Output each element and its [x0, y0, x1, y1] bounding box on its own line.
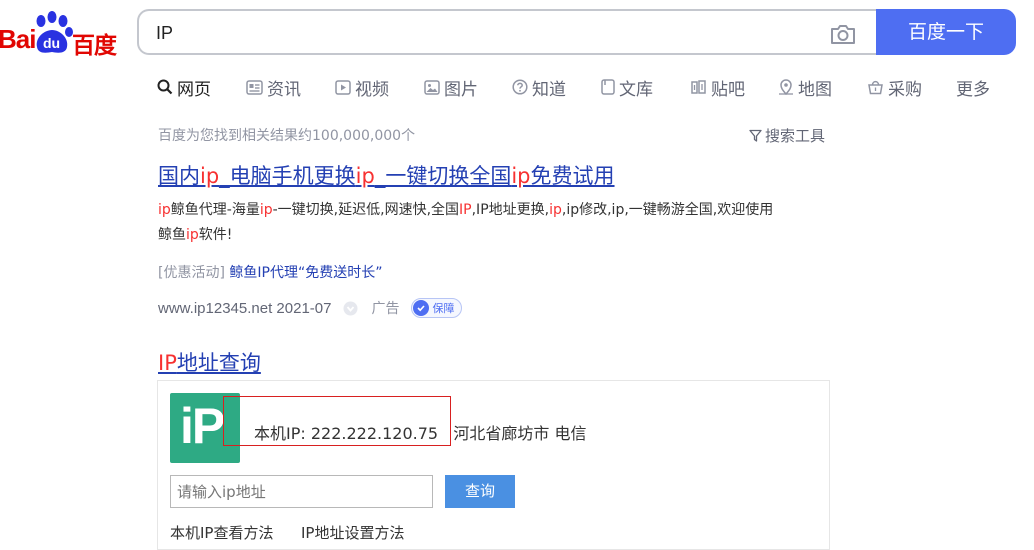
tab-label: 文库 [619, 79, 653, 100]
desc-text: ,IP地址更换, [471, 202, 550, 218]
tab-label: 网页 [177, 79, 211, 100]
title-highlight: ip [511, 164, 531, 188]
query-button[interactable]: 查询 [445, 475, 515, 508]
tab-more[interactable]: 更多 [956, 74, 990, 100]
tab-label: 贴吧 [711, 79, 745, 100]
promo-prefix: [优惠活动] [158, 265, 225, 281]
map-pin-icon [779, 79, 793, 95]
promo-link[interactable]: 鲸鱼IP代理“免费送时长” [229, 265, 382, 281]
tab-wenku[interactable]: 文库 [601, 74, 653, 100]
ip-query-title-link[interactable]: IP地址查询 [158, 347, 261, 377]
tab-images[interactable]: 图片 [424, 74, 478, 100]
logo-text-cn: 百度 [72, 33, 117, 59]
ip-location: 河北省廊坊市 电信 [453, 424, 587, 443]
desc-highlight: ip [158, 202, 171, 218]
ad-label[interactable]: 广告 [371, 298, 399, 318]
title-segment: 免费试用 [530, 164, 615, 188]
search-icon [157, 79, 173, 95]
tab-label: 资讯 [267, 79, 301, 100]
desc-text: 软件! [198, 227, 233, 243]
video-icon [335, 79, 351, 95]
tab-label: 地图 [798, 79, 832, 100]
tab-webpage[interactable]: 网页 [157, 74, 211, 100]
result-description: ip鲸鱼代理-海量ip-一键切换,延迟低,网速快,全国IP,IP地址更换,ip,… [158, 198, 858, 248]
logo-text-paw: du [43, 35, 61, 51]
title-segment: _一键切换全国 [374, 164, 512, 188]
highlight-box [223, 396, 451, 446]
image-icon [424, 79, 440, 95]
desc-text: 鲸鱼代理-海量 [170, 202, 260, 218]
doc-icon [601, 79, 615, 95]
desc-highlight: ip [259, 202, 273, 218]
tab-zhidao[interactable]: 知道 [512, 74, 566, 100]
title-segment: _电脑手机更换 [219, 164, 356, 188]
baidu-logo[interactable]: Bai du 百度 [0, 10, 120, 59]
promo-line: [优惠活动] 鲸鱼IP代理“免费送时长” [158, 262, 382, 282]
shield-icon[interactable] [343, 301, 358, 316]
search-tools-button[interactable]: 搜索工具 [749, 125, 825, 146]
tab-purchase[interactable]: 采购 [867, 74, 922, 100]
result-date: 2021-07 [276, 299, 332, 317]
tab-label: 采购 [888, 79, 922, 100]
title-segment: 地址查询 [176, 351, 261, 375]
desc-highlight: ip [186, 227, 199, 243]
result-title-link[interactable]: 国内ip_电脑手机更换ip_一键切换全国ip免费试用 [158, 160, 615, 190]
desc-text: -一键切换,延迟低,网速快,全国 [272, 202, 460, 218]
question-icon [512, 79, 528, 95]
title-segment: 国内 [158, 164, 200, 188]
check-icon [413, 300, 430, 316]
ip-logo-text: iP [180, 398, 225, 454]
tab-label: 知道 [532, 79, 566, 100]
desc-highlight: ip [549, 202, 562, 218]
search-tools-label: 搜索工具 [765, 127, 826, 145]
tab-video[interactable]: 视频 [335, 74, 389, 100]
badge-label: 保障 [432, 302, 455, 315]
result-count: 百度为您找到相关结果约100,000,000个 [158, 128, 416, 144]
tab-label: 图片 [444, 79, 478, 100]
tab-label: 视频 [355, 79, 389, 100]
title-highlight: ip [355, 164, 375, 188]
guarantee-badge[interactable]: 保障 [411, 298, 463, 318]
desc-highlight: IP [459, 202, 472, 218]
filter-icon [749, 129, 762, 142]
title-highlight: IP [158, 351, 177, 375]
basket-icon [868, 80, 883, 95]
search-input[interactable] [156, 20, 796, 46]
tieba-icon [691, 80, 706, 94]
ip-address-input[interactable] [170, 475, 433, 508]
search-button[interactable]: 百度一下 [876, 9, 1016, 55]
tab-label: 更多 [956, 79, 990, 100]
news-icon [246, 79, 263, 95]
desc-text: ,ip修改,ip,一键畅游全国,欢迎使用 [561, 202, 774, 218]
desc-text: 鲸鱼 [158, 227, 186, 243]
search-box [137, 9, 876, 55]
tab-map[interactable]: 地图 [778, 74, 832, 100]
camera-icon[interactable] [830, 23, 856, 45]
description-line-1: ip鲸鱼代理-海量ip-一键切换,延迟低,网速快,全国IP,IP地址更换,ip,… [158, 198, 858, 223]
tab-tieba[interactable]: 贴吧 [690, 74, 745, 100]
title-highlight: ip [200, 164, 220, 188]
logo-text-latin: Bai [0, 24, 36, 54]
description-line-2: 鲸鱼ip软件! [158, 223, 858, 248]
result-url[interactable]: www.ip12345.net [158, 300, 272, 317]
result-meta: www.ip12345.net 2021-07 广告 保障 [158, 298, 463, 318]
tab-news[interactable]: 资讯 [246, 74, 301, 100]
